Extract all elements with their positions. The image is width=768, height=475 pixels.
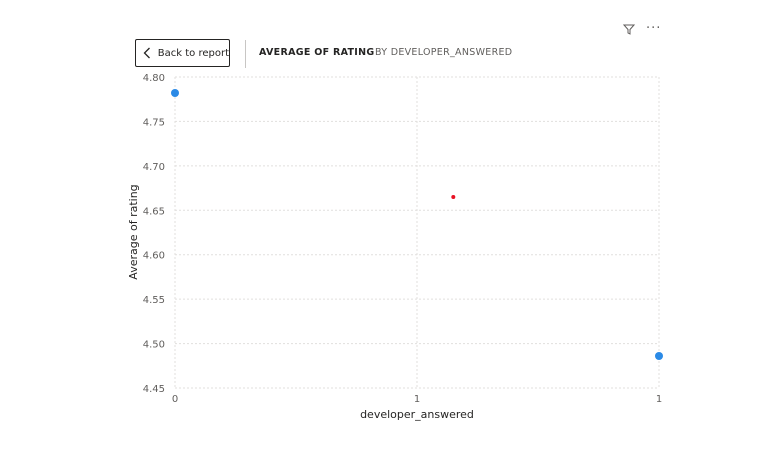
header-divider — [245, 40, 246, 68]
more-options-icon[interactable]: ··· — [646, 22, 661, 36]
x-axis-title: developer_answered — [360, 408, 474, 421]
data-point[interactable] — [171, 88, 179, 97]
back-to-report-button[interactable]: Back to report — [135, 39, 230, 67]
visual-focus-page: 4.45 4.50 4.55 4.60 4.65 4.70 4.75 4.80 0 1 1 dev… — [0, 0, 768, 475]
visual-header-icons: ··· — [622, 22, 661, 36]
y-tick-label: 4.55 — [143, 295, 165, 306]
scatter-chart: 4.45 4.50 4.55 4.60 4.65 4.70 4.75 4.80 0 1 1 dev… — [127, 73, 663, 421]
visual-subtitle: BY DEVELOPER_ANSWERED — [375, 47, 513, 58]
x-tick-label: 0 — [172, 394, 178, 405]
y-tick-label: 4.50 — [143, 340, 165, 351]
y-axis-ticks: 4.45 4.50 4.55 4.60 4.65 4.70 4.75 4.80 — [143, 73, 165, 395]
chevron-left-icon — [138, 47, 156, 59]
y-axis-title: Average of rating — [127, 184, 140, 279]
x-tick-label: 1 — [656, 394, 662, 405]
y-tick-label: 4.80 — [143, 73, 165, 84]
highlight-point[interactable] — [451, 194, 456, 199]
data-point[interactable] — [655, 352, 663, 361]
visual-title: AVERAGE OF RATING — [259, 47, 375, 58]
back-button-label: Back to report — [157, 47, 229, 59]
grid-lines — [174, 76, 660, 389]
y-tick-label: 4.70 — [143, 162, 165, 173]
y-tick-label: 4.75 — [143, 117, 165, 128]
x-tick-label: 1 — [414, 394, 420, 405]
filter-icon[interactable] — [622, 22, 636, 36]
x-axis-ticks: 0 1 1 — [172, 394, 662, 405]
y-tick-label: 4.45 — [143, 384, 165, 395]
y-tick-label: 4.65 — [143, 206, 165, 217]
y-tick-label: 4.60 — [143, 251, 165, 262]
